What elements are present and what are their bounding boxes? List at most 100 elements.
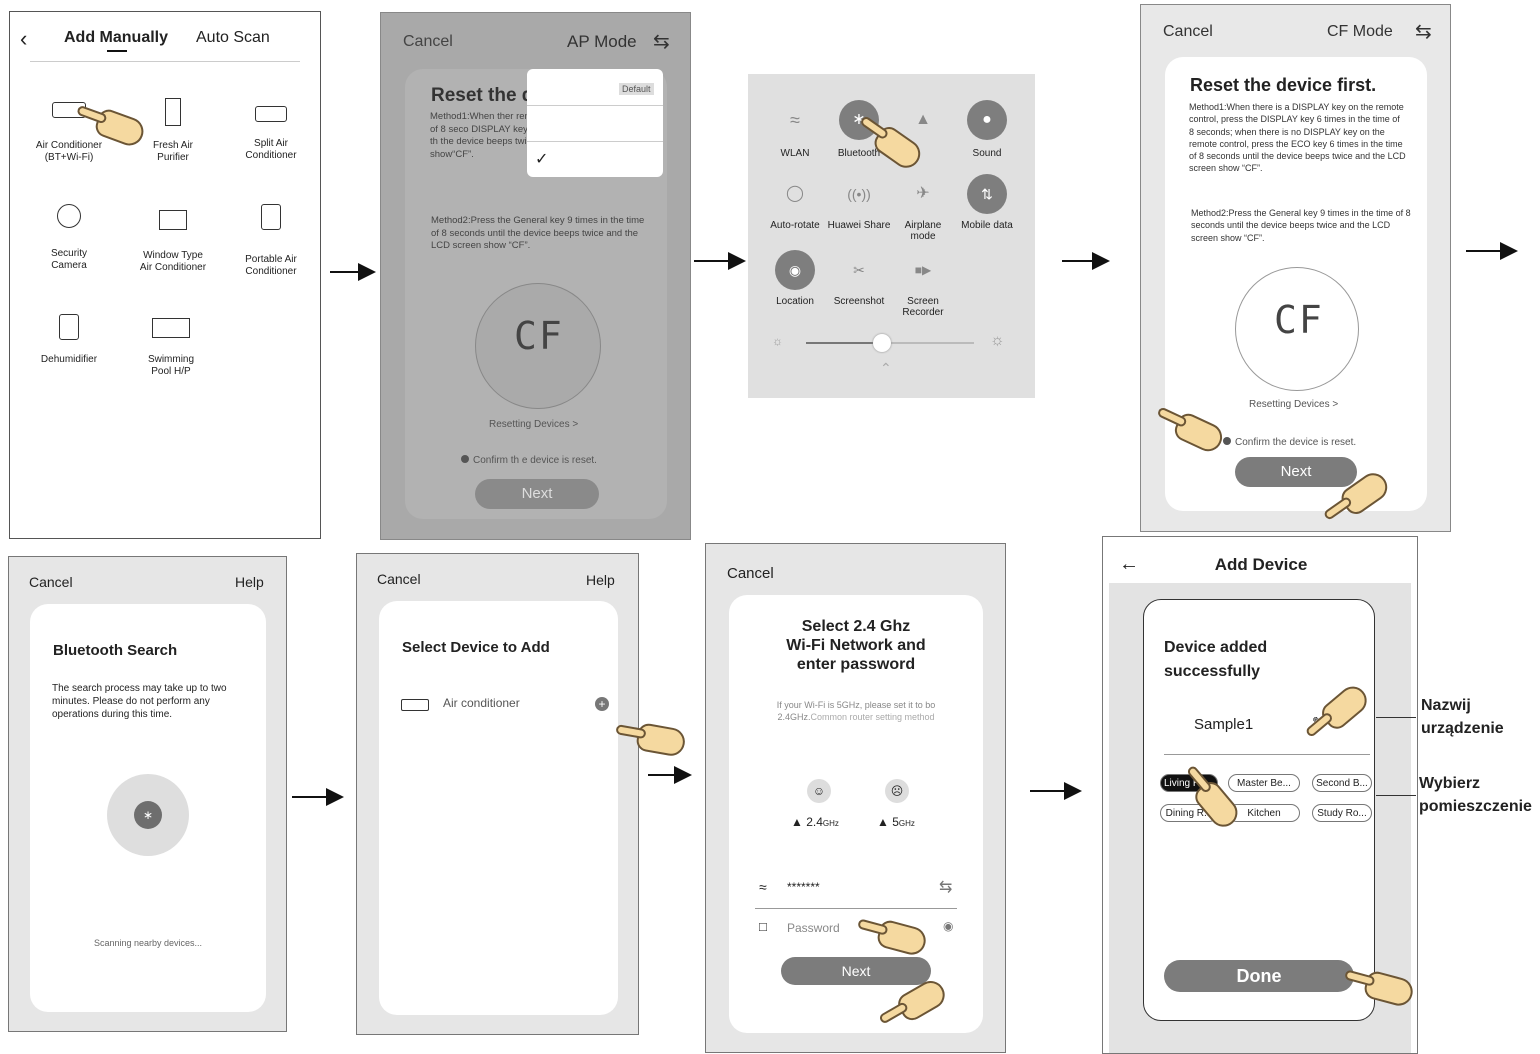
device-tile-swimming-pool[interactable]: Swimming Pool H/P: [126, 318, 216, 378]
switch-network-icon[interactable]: ⇆: [939, 877, 952, 897]
device-list-item[interactable]: Air conditioner +: [401, 695, 611, 715]
dropdown-divider: [527, 141, 663, 142]
mode-title: CF Mode: [1327, 23, 1393, 40]
ssid-row[interactable]: ≈ ******* ⇆: [759, 879, 959, 899]
tab-active-underline: [107, 50, 127, 52]
panel-ap-mode: Cancel AP Mode ⇆ Reset the d Method1:Whe…: [380, 12, 691, 540]
tile-mobile-data[interactable]: ⇅ Mobile data: [954, 174, 1020, 231]
lock-icon: □: [759, 919, 767, 934]
dropdown-option-default[interactable]: Default: [619, 83, 654, 95]
tile-huawei-share[interactable]: ((•)) Huawei Share: [826, 174, 892, 231]
annotation-text: urządzenie: [1421, 720, 1504, 737]
device-tile-split-ac[interactable]: Split Air Conditioner: [226, 106, 316, 162]
help-button[interactable]: Help: [586, 572, 615, 588]
tile-screenshot[interactable]: ✂ Screenshot: [826, 250, 892, 307]
reset-title: Reset the device first.: [1190, 75, 1377, 95]
confirm-checkbox[interactable]: Confirm the device is reset.: [1223, 437, 1356, 448]
cancel-button[interactable]: Cancel: [1163, 23, 1213, 41]
device-label: Conditioner: [245, 150, 297, 161]
mobile-data-icon: ⇅: [967, 174, 1007, 214]
chevron-left-icon: ‹: [20, 26, 28, 51]
search-title: Bluetooth Search: [53, 642, 178, 659]
ssid-value: *******: [787, 880, 820, 894]
annotation-pointer-line: [1376, 795, 1416, 796]
tile-airplane[interactable]: ✈ Airplane mode: [890, 174, 956, 242]
help-button[interactable]: Help: [235, 574, 264, 590]
cancel-button[interactable]: Cancel: [377, 571, 421, 587]
success-title-line: Device added: [1164, 639, 1268, 656]
band-unit: GHz: [898, 819, 915, 828]
smile-icon: ☺: [807, 779, 831, 803]
method2-text: Method2:Press the General key 9 times in…: [431, 215, 645, 251]
next-button[interactable]: Next: [475, 479, 599, 509]
cancel-button[interactable]: Cancel: [29, 574, 73, 590]
done-button[interactable]: Done: [1164, 960, 1354, 992]
tile-location[interactable]: ◉ Location: [762, 250, 828, 307]
panel-cf-mode: Cancel CF Mode ⇆ Reset the device first.…: [1140, 4, 1451, 532]
confirm-checkbox[interactable]: Confirm th e device is reset.: [461, 455, 597, 466]
brightness-low-icon: ☼: [772, 334, 783, 348]
sad-icon: ☹: [885, 779, 909, 803]
eye-icon[interactable]: ◉: [943, 919, 953, 933]
band-24-option[interactable]: ▲ 2.4GHz: [791, 815, 839, 829]
brightness-slider[interactable]: [806, 334, 974, 352]
device-label: Window Type: [143, 250, 203, 261]
check-icon: [1223, 437, 1231, 445]
checkmark-icon: ✓: [535, 151, 549, 168]
device-label: Air Conditioner: [35, 140, 103, 151]
router-setting-link[interactable]: Common router setting method: [810, 712, 934, 722]
tile-sound[interactable]: ● Sound: [954, 100, 1020, 159]
tile-label: Airplane mode: [904, 220, 942, 242]
tile-label: Screenshot: [833, 296, 885, 307]
room-chip-kitchen[interactable]: Kitchen: [1228, 804, 1300, 822]
device-tile-portable-ac[interactable]: Portable Air Conditioner: [226, 204, 316, 278]
switch-mode-icon[interactable]: ⇆: [1415, 19, 1432, 44]
add-icon[interactable]: +: [595, 697, 609, 711]
band-5-option[interactable]: ▲ 5GHz: [877, 815, 915, 829]
collapse-handle-icon[interactable]: ⌃: [880, 360, 892, 377]
device-tile-dehumidifier[interactable]: Dehumidifier: [24, 314, 114, 366]
room-chip-second-bedroom[interactable]: Second B...: [1312, 774, 1372, 792]
room-chip-study-room[interactable]: Study Ro...: [1312, 804, 1372, 822]
resetting-devices-link[interactable]: Resetting Devices >: [489, 419, 578, 430]
annotation-rename: Nazwij urządzenie: [1421, 694, 1504, 740]
success-card: Device added successfully Sample1 ✎ Livi…: [1143, 599, 1375, 1021]
room-chip-master-bedroom[interactable]: Master Be...: [1228, 774, 1300, 792]
cancel-button[interactable]: Cancel: [727, 565, 774, 582]
device-item-label: Air conditioner: [443, 696, 520, 710]
tab-add-manually[interactable]: Add Manually: [64, 29, 168, 47]
wifi-icon: ≈: [790, 110, 800, 130]
panel-add-manually: ‹ Add Manually Auto Scan Air Conditioner…: [9, 11, 321, 539]
next-button[interactable]: Next: [781, 957, 931, 985]
tile-label: Sound: [972, 148, 1002, 159]
mode-dropdown: Default ✓: [527, 69, 663, 177]
tile-screen-recorder[interactable]: ■▶ Screen Recorder: [890, 250, 956, 318]
dropdown-option-ap[interactable]: ✓: [535, 149, 548, 169]
tile-wlan[interactable]: ≈ WLAN: [762, 100, 828, 159]
confirm-label: Confirm th e device is reset.: [473, 455, 597, 466]
device-label: Dehumidifier: [40, 354, 98, 365]
tile-label: WLAN: [780, 148, 810, 159]
confirm-label: Confirm the device is reset.: [1235, 437, 1357, 448]
cancel-button[interactable]: Cancel: [403, 33, 453, 51]
pool-heat-pump-icon: [152, 318, 190, 338]
device-label: Air Conditioner: [139, 262, 207, 273]
device-tile-window-ac[interactable]: Window Type Air Conditioner: [128, 210, 218, 274]
tab-auto-scan[interactable]: Auto Scan: [196, 29, 270, 47]
wifi-title: Select 2.4 Ghz Wi-Fi Network and enter p…: [729, 617, 983, 674]
tile-auto-rotate[interactable]: ◯ Auto-rotate: [762, 174, 828, 231]
resetting-devices-link[interactable]: Resetting Devices >: [1249, 399, 1338, 410]
flow-arrow: [330, 263, 376, 281]
flow-arrow: [1030, 782, 1082, 800]
back-button[interactable]: ‹: [20, 26, 27, 52]
band-5-label: 5: [892, 815, 899, 829]
share-icon: ((•)): [847, 186, 871, 202]
name-divider: [1164, 754, 1370, 755]
brightness-thumb[interactable]: [872, 334, 891, 352]
device-tile-security-camera[interactable]: Security Camera: [24, 204, 114, 272]
next-button[interactable]: Next: [1235, 457, 1357, 487]
wifi-title-line: Wi-Fi Network and: [786, 637, 926, 654]
password-placeholder[interactable]: Password: [787, 921, 840, 935]
switch-mode-icon[interactable]: ⇆: [653, 29, 670, 54]
device-label: Fresh Air: [152, 140, 193, 151]
